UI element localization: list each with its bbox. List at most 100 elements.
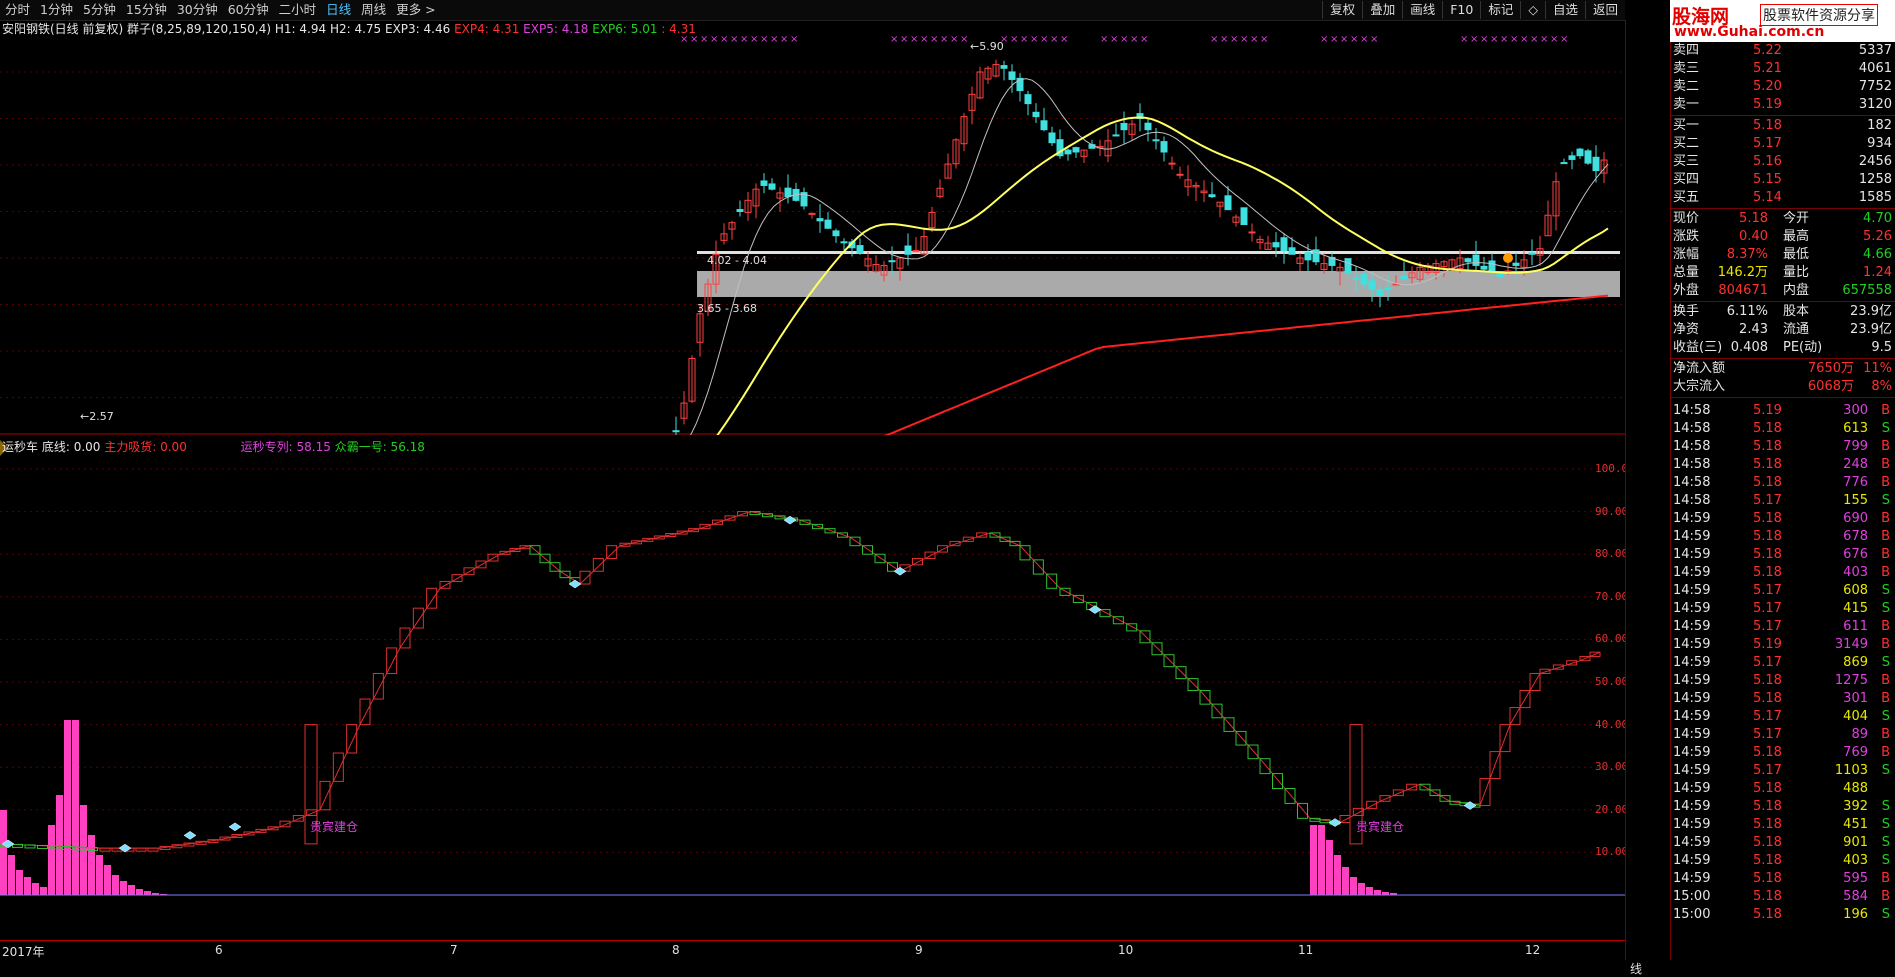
ind-axis-tick: 20.00: [1595, 802, 1629, 816]
tick-time: 14:59: [1673, 583, 1711, 598]
brand-url: www.Guhai.com.cn: [1674, 24, 1825, 40]
marker-x: ×: [950, 34, 958, 45]
buy-label: 买二: [1673, 136, 1700, 151]
price-chart-panel[interactable]: × × × × × × × × × × × × × × × × × × × × × × × × × × × × × × × × × × × × × × × ×…: [0, 20, 1657, 612]
date-label: 11: [1298, 943, 1314, 957]
buy-volume: 1258: [1858, 172, 1892, 187]
ind-axis-tick: 70.00: [1595, 589, 1629, 603]
tick-volume: 613: [1843, 421, 1868, 436]
tick-price: 5.17: [1753, 619, 1782, 634]
tick-row: 15:00 5.18 196 S: [1671, 906, 1895, 924]
period-tab-2[interactable]: 5分钟: [78, 0, 121, 20]
toolbar-button-4[interactable]: 标记: [1480, 1, 1520, 19]
stat-row: 涨幅 8.37% 最低 4.66: [1671, 246, 1895, 264]
price-chart[interactable]: × × × × × × × × × × × × × × × × × × × × × × × × × × × × × × × × × × × × × × × ×…: [0, 20, 1625, 612]
period-tab-1[interactable]: 1分钟: [35, 0, 78, 20]
sell-label: 卖二: [1673, 79, 1700, 94]
marker-x: ×: [1510, 34, 1518, 45]
date-label: 9: [915, 943, 923, 957]
buy-volume: 1585: [1858, 190, 1892, 205]
book-separator: [1671, 115, 1895, 116]
tick-side: S: [1881, 583, 1890, 598]
candle-body: [1072, 147, 1080, 153]
candle-body: [736, 209, 744, 212]
period-tab-6[interactable]: 二小时: [274, 0, 322, 20]
indicator-panel[interactable]: 贵宾建仓 贵宾建仓 运秒车 底线: 0.00 主力吸货: 0.00 运秒专列: 5…: [0, 440, 1629, 940]
oscillator-boxes: [0, 511, 1601, 852]
indicator-chart[interactable]: 贵宾建仓 贵宾建仓: [0, 440, 1625, 940]
tick-side: B: [1881, 403, 1890, 418]
marker-x: ×: [1220, 34, 1228, 45]
candle-body: [1048, 132, 1056, 144]
candle-body: [784, 187, 792, 198]
period-tab-4[interactable]: 30分钟: [172, 0, 223, 20]
tick-volume: 595: [1843, 871, 1868, 886]
period-tab-9[interactable]: 更多 >: [391, 0, 440, 20]
stat-value: 657558: [1842, 283, 1892, 298]
marker-x: ×: [900, 34, 908, 45]
marker-x: ×: [700, 34, 708, 45]
tick-volume: 690: [1843, 511, 1868, 526]
sell-price: 5.21: [1753, 61, 1782, 76]
flow-value: 6068万: [1807, 379, 1854, 394]
tick-price: 5.19: [1753, 637, 1782, 652]
tick-time: 14:59: [1673, 709, 1711, 724]
tick-side: B: [1881, 547, 1890, 562]
toolbar-button-1[interactable]: 叠加: [1362, 1, 1402, 19]
period-tab-0[interactable]: 分时: [0, 0, 35, 20]
tick-price: 5.18: [1753, 817, 1782, 832]
toolbar-button-6[interactable]: 自选: [1544, 1, 1585, 19]
period-tab-7[interactable]: 日线: [321, 0, 356, 20]
tick-row: 14:58 5.18 799 B: [1671, 438, 1895, 456]
tick-time: 14:58: [1673, 457, 1711, 472]
stat-label: 最低: [1783, 247, 1810, 262]
date-label: 6: [215, 943, 223, 957]
high-annotation: ←5.90: [970, 40, 1004, 53]
ind-axis-tick: 90.00: [1595, 504, 1629, 518]
hist-bar: [120, 881, 127, 895]
toolbar-button-5[interactable]: ◇: [1520, 1, 1545, 19]
tick-time: 14:59: [1673, 547, 1711, 562]
period-tab-3[interactable]: 15分钟: [121, 0, 172, 20]
marker-x: ×: [1250, 34, 1258, 45]
marker-x: ×: [1010, 34, 1018, 45]
buy-label: 买三: [1673, 154, 1700, 169]
legend-exp5: EXP5: 4.18: [523, 22, 589, 36]
tick-side: B: [1881, 889, 1890, 904]
tick-row: 14:59 5.17 869 S: [1671, 654, 1895, 672]
candle-body: [1144, 122, 1152, 131]
tick-time: 14:58: [1673, 439, 1711, 454]
tick-side: S: [1881, 601, 1890, 616]
stat-label: 内盘: [1783, 283, 1810, 298]
stat-label: 今开: [1783, 211, 1810, 226]
tick-time: 14:59: [1673, 835, 1711, 850]
marker-x: ×: [1260, 34, 1268, 45]
marker-x: ×: [1140, 34, 1148, 45]
tick-volume: 403: [1843, 853, 1868, 868]
tick-side: S: [1881, 907, 1890, 922]
toolbar-button-3[interactable]: F10: [1442, 1, 1480, 19]
tick-price: 5.18: [1753, 745, 1782, 760]
tick-price: 5.18: [1753, 475, 1782, 490]
entry-label: 贵宾建仓: [310, 819, 358, 834]
marker-x: ×: [1100, 34, 1108, 45]
candle-body: [1496, 273, 1504, 278]
toolbar-button-2[interactable]: 画线: [1402, 1, 1442, 19]
period-tab-8[interactable]: 周线: [356, 0, 391, 20]
stat-value: 8.37%: [1726, 247, 1768, 262]
stat-label: 股本: [1783, 304, 1810, 319]
tick-row: 14:59 5.18 676 B: [1671, 546, 1895, 564]
tick-time: 15:00: [1673, 907, 1711, 922]
tick-price: 5.18: [1753, 547, 1782, 562]
tick-volume: 769: [1843, 745, 1868, 760]
tick-time: 14:59: [1673, 637, 1711, 652]
date-label: 7: [450, 943, 458, 957]
tick-time: 14:59: [1673, 745, 1711, 760]
period-tab-5[interactable]: 60分钟: [223, 0, 274, 20]
buy-volume: 934: [1867, 136, 1892, 151]
tick-price: 5.18: [1753, 457, 1782, 472]
toolbar-button-7[interactable]: 返回: [1584, 1, 1625, 19]
pink-histogram: [0, 720, 1397, 895]
toolbar-button-0[interactable]: 复权: [1322, 1, 1362, 19]
tick-time: 14:59: [1673, 763, 1711, 778]
